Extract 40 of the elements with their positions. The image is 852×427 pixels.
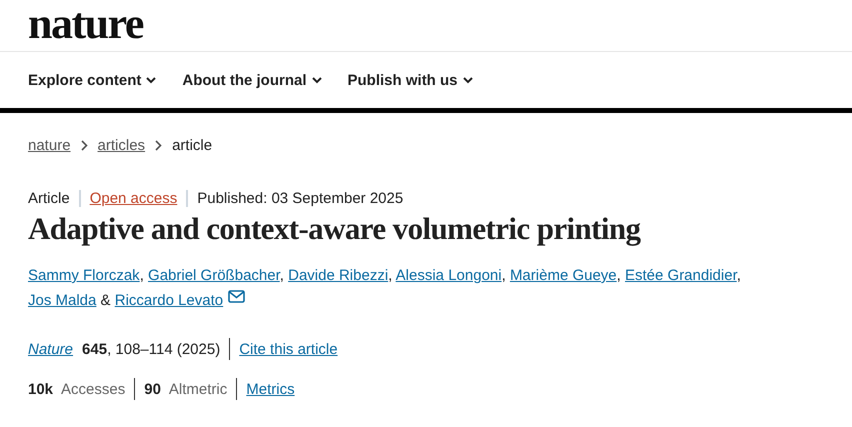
chevron-right-icon — [155, 140, 162, 150]
author-link[interactable]: Alessia Longoni — [396, 267, 502, 284]
author-separator: , — [388, 267, 392, 284]
nav-menu-button[interactable]: About the journal — [182, 72, 322, 88]
open-access-link[interactable]: Open access — [78, 190, 186, 207]
nav-menu-button[interactable]: Explore content — [28, 72, 156, 88]
author-link[interactable]: Sammy Florczak — [28, 267, 140, 284]
metrics-link[interactable]: Metrics — [246, 380, 295, 398]
author-link[interactable]: Gabriel Größbacher — [148, 267, 280, 284]
nav-menu-button[interactable]: Publish with us — [348, 72, 473, 88]
breadcrumb-current: article — [172, 136, 212, 154]
author-link[interactable]: Riccardo Levato — [114, 292, 224, 309]
metric-value: 90 — [144, 380, 161, 398]
author-link[interactable]: Jos Malda — [28, 292, 96, 309]
author-link[interactable]: Marième Gueye — [510, 267, 617, 284]
cite-link[interactable]: Cite this article — [239, 340, 338, 358]
mail-icon[interactable] — [228, 290, 246, 303]
author-separator: , — [140, 267, 144, 284]
journal-link[interactable]: Nature — [28, 340, 74, 358]
breadcrumb-link[interactable]: nature — [28, 136, 71, 154]
author-separator: & — [100, 292, 111, 309]
author-separator: , — [736, 267, 741, 284]
citation-details: 645, 108–114 (2025) — [82, 340, 220, 358]
metric-name: Accesses — [61, 380, 126, 398]
metric-name: Altmetric — [168, 380, 228, 398]
chevron-down-icon — [312, 76, 322, 84]
author-separator: , — [280, 267, 284, 284]
article-meta-text: Article — [28, 190, 71, 207]
article-meta-text: Published: 03 September 2025 — [186, 190, 412, 207]
breadcrumb-link[interactable]: articles — [98, 136, 146, 154]
metric-value: 10k — [28, 380, 54, 398]
chevron-down-icon — [146, 76, 156, 84]
author-separator: , — [502, 267, 506, 284]
author-separator: , — [616, 267, 621, 284]
author-link[interactable]: Davide Ribezzi — [288, 267, 388, 284]
logo[interactable]: nature — [28, 4, 143, 44]
author-link[interactable]: Estée Grandidier — [625, 267, 737, 284]
chevron-right-icon — [80, 140, 88, 150]
article-title: Adaptive and context-aware volumetric printing — [28, 211, 642, 247]
chevron-down-icon — [462, 76, 473, 84]
